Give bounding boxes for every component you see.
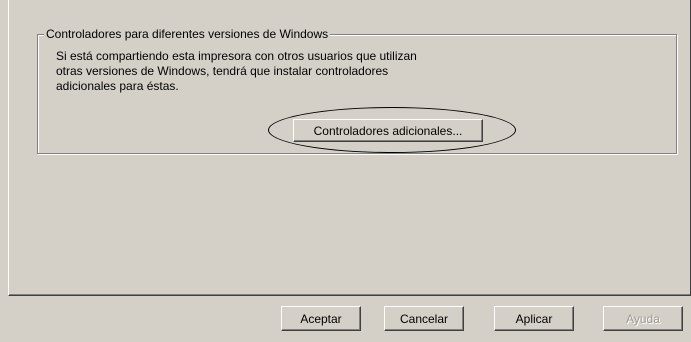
help-button[interactable]: Ayuda xyxy=(603,306,683,331)
printer-properties-dialog: Controladores para diferentes versiones … xyxy=(0,0,691,342)
drivers-groupbox: Controladores para diferentes versiones … xyxy=(37,26,677,154)
drivers-description: Si está compartiendo esta impresora con … xyxy=(56,49,417,93)
sharing-tab-panel: Controladores para diferentes versiones … xyxy=(8,0,691,296)
additional-drivers-button[interactable]: Controladores adicionales... xyxy=(293,119,483,142)
cancel-button[interactable]: Cancelar xyxy=(384,306,464,331)
apply-button[interactable]: Aplicar xyxy=(494,306,574,331)
ok-button[interactable]: Aceptar xyxy=(281,306,361,331)
drivers-groupbox-title: Controladores para diferentes versiones … xyxy=(44,26,331,42)
